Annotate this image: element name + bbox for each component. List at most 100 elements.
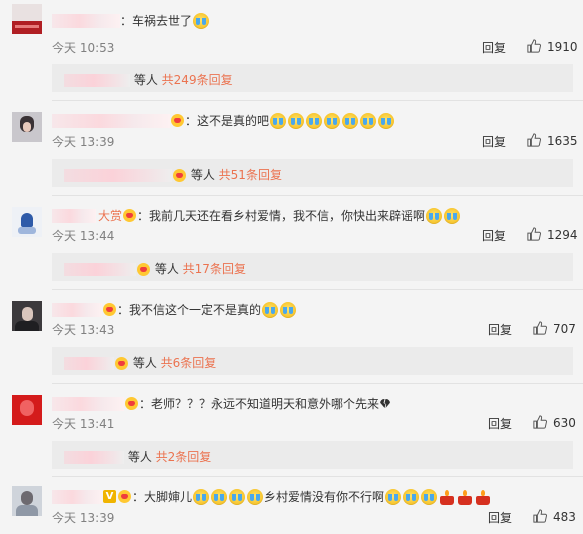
candle-cake-icon	[475, 489, 491, 505]
like-button[interactable]: 1910	[527, 39, 578, 54]
crying-face-icon	[193, 488, 210, 505]
timestamp: 今天 13:39	[52, 135, 115, 149]
like-button[interactable]: 630	[533, 415, 576, 430]
candle-cake-icon	[457, 489, 473, 505]
timestamp: 今天 13:41	[52, 417, 115, 431]
like-button[interactable]: 1635	[527, 133, 578, 148]
comment-text: ：这不是真的吧	[185, 114, 270, 128]
username-blurred[interactable]	[52, 489, 102, 504]
fan-badge-icon	[173, 169, 186, 182]
reply-button[interactable]: 回复	[482, 133, 506, 150]
sub-replies-prefix: 等人	[133, 73, 158, 87]
like-count: 630	[553, 416, 576, 430]
crying-face-icon	[360, 112, 377, 129]
comment-text-continued: 乡村爱情没有你不行啊	[264, 490, 385, 504]
comment-item: V ：大脚婶儿 乡村爱情没有你不行啊 今天 13:39 回复 483	[0, 476, 583, 534]
comment-item: ：我不信这个一定不是真的 今天 13:43 回复 707	[0, 289, 583, 349]
broken-heart-icon	[379, 398, 391, 409]
thumbs-up-icon	[527, 227, 541, 241]
avatar[interactable]	[12, 4, 42, 34]
comment-text: ：我前几天还在看乡村爱情，我不信，你快出来辟谣啊	[137, 209, 426, 223]
fan-badge-icon	[118, 490, 131, 503]
like-count: 483	[553, 510, 576, 524]
username-blurred[interactable]	[52, 113, 170, 128]
username-blurred[interactable]	[64, 169, 172, 182]
comment-item: ：这不是真的吧 今天 13:39 回复 1635	[0, 100, 583, 160]
avatar[interactable]	[12, 486, 42, 516]
sub-replies-prefix: 等人	[154, 262, 179, 276]
username-blurred[interactable]	[64, 74, 130, 87]
fan-badge-icon	[115, 357, 128, 370]
crying-face-icon	[385, 488, 402, 505]
fan-badge-icon	[123, 209, 137, 222]
sub-replies-box: 等人 共2条回复	[52, 441, 573, 469]
view-replies-link[interactable]: 共17条回复	[183, 262, 246, 276]
like-button[interactable]: 1294	[527, 227, 578, 242]
timestamp: 今天 10:53	[52, 41, 115, 55]
crying-face-icon	[378, 112, 395, 129]
crying-face-icon	[324, 112, 341, 129]
username-blurred[interactable]	[64, 263, 136, 276]
view-replies-link[interactable]: 共6条回复	[161, 356, 217, 370]
crying-face-icon	[262, 301, 279, 318]
username-blurred[interactable]	[52, 208, 96, 223]
username[interactable]: 大赏	[98, 209, 122, 223]
sub-replies-box: 等人 共51条回复	[52, 159, 573, 187]
like-button[interactable]: 483	[533, 509, 576, 524]
crying-face-icon	[247, 488, 264, 505]
username-blurred[interactable]	[52, 396, 124, 411]
username-blurred[interactable]	[52, 13, 120, 28]
avatar[interactable]	[12, 301, 42, 331]
crying-face-icon	[342, 112, 359, 129]
comment-text: ：老师？？？永远不知道明天和意外哪个先来	[139, 397, 380, 411]
crying-face-icon	[403, 488, 420, 505]
username-blurred[interactable]	[52, 302, 102, 317]
sub-replies-prefix: 等人	[190, 168, 215, 182]
fan-badge-icon	[103, 303, 116, 316]
reply-button[interactable]: 回复	[488, 321, 512, 338]
timestamp: 今天 13:44	[52, 229, 115, 243]
comment-item: ：老师？？？永远不知道明天和意外哪个先来 今天 13:41 回复 630	[0, 383, 583, 443]
sub-replies-box: 等人 共249条回复	[52, 64, 573, 92]
fan-badge-icon	[171, 114, 184, 127]
crying-face-icon	[270, 112, 287, 129]
comment-item: ：车祸去世了 今天 10:53 回复 1910	[0, 0, 583, 60]
fan-badge-icon	[125, 397, 138, 410]
reply-button[interactable]: 回复	[482, 227, 506, 244]
thumbs-up-icon	[533, 415, 547, 429]
comment-item: 大赏 ：我前几天还在看乡村爱情，我不信，你快出来辟谣啊 今天 13:44 回复 1…	[0, 195, 583, 255]
thumbs-up-icon	[527, 133, 541, 147]
sub-replies-box: 等人 共6条回复	[52, 347, 573, 375]
username-blurred[interactable]	[64, 451, 124, 464]
timestamp: 今天 13:39	[52, 511, 115, 525]
thumbs-up-icon	[533, 321, 547, 335]
view-replies-link[interactable]: 共51条回复	[219, 168, 282, 182]
username-blurred[interactable]	[64, 357, 114, 370]
crying-face-icon	[211, 488, 228, 505]
avatar[interactable]	[12, 207, 42, 237]
thumbs-up-icon	[527, 39, 541, 53]
crying-face-icon	[426, 207, 443, 224]
like-button[interactable]: 707	[533, 321, 576, 336]
avatar[interactable]	[12, 112, 42, 142]
like-count: 1635	[547, 134, 578, 148]
comment-text: ：车祸去世了	[120, 14, 193, 28]
crying-face-icon	[193, 12, 210, 29]
crying-face-icon	[229, 488, 246, 505]
like-count: 707	[553, 322, 576, 336]
crying-face-icon	[306, 112, 323, 129]
crying-face-icon	[280, 301, 297, 318]
candle-cake-icon	[439, 489, 455, 505]
view-replies-link[interactable]: 共2条回复	[156, 450, 212, 464]
like-count: 1294	[547, 228, 578, 242]
crying-face-icon	[421, 488, 438, 505]
reply-button[interactable]: 回复	[488, 509, 512, 526]
sub-replies-box: 等人 共17条回复	[52, 253, 573, 281]
crying-face-icon	[444, 207, 461, 224]
comment-text: ：大脚婶儿	[132, 490, 193, 504]
avatar[interactable]	[12, 395, 42, 425]
reply-button[interactable]: 回复	[488, 415, 512, 432]
like-count: 1910	[547, 40, 578, 54]
reply-button[interactable]: 回复	[482, 39, 506, 56]
view-replies-link[interactable]: 共249条回复	[162, 73, 233, 87]
